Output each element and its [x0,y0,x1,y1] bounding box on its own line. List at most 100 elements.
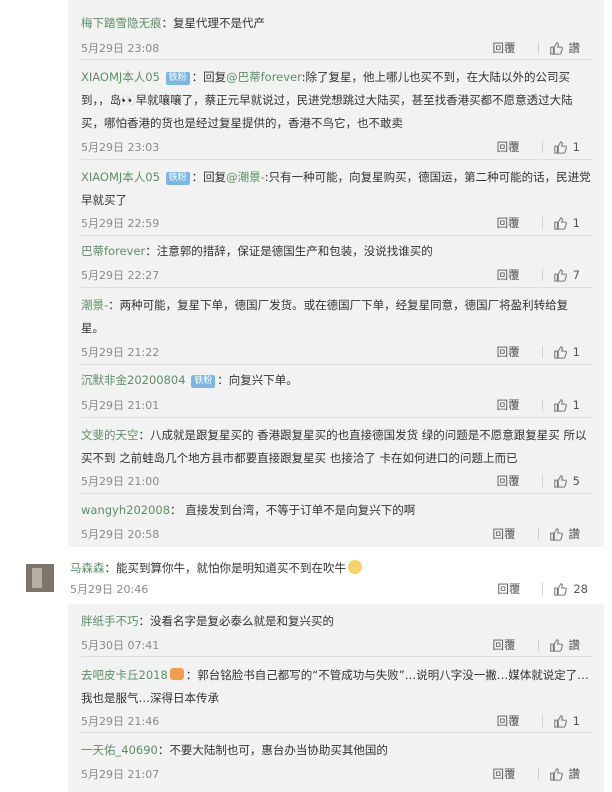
thumbs-up-icon[interactable] [549,638,563,652]
reply-text-line: 巴蒂forever：注意郭的措辞，保证是德国生产和包装，没说找谁买的 [81,240,591,263]
like-count[interactable]: 1 [573,140,580,154]
divider [541,217,543,229]
comment-text-line: 马森森：能买到算你牛，就怕你是明知道买不到在吹牛 [70,557,590,580]
like-count[interactable]: 1 [573,345,580,359]
thumbs-up-icon[interactable] [553,140,567,154]
thumbs-up-icon[interactable] [549,41,563,55]
reply-button[interactable]: 回覆 [497,267,520,283]
like-count[interactable]: 5 [573,474,580,488]
reply-button[interactable]: 回覆 [497,713,520,729]
divider [537,639,539,651]
like-count[interactable]: 讚 [569,637,581,653]
replies-block-b: 胖纸手不巧：没看名字是复必泰么就是和复兴买的 5月30日 07:41 回覆 讚 … [68,604,604,792]
reply-time: 5月29日 22:27 [81,269,160,282]
reply-time: 5月29日 21:46 [81,715,160,728]
reply-text: ： 直接发到台湾，不等于订单不是向复兴下的啊 [170,503,416,517]
thumbs-up-icon[interactable] [553,714,567,728]
reply-item: 梅下踏雪隐无痕：复星代理不是代产 5月29日 23:08 回覆 讚 [68,0,604,60]
reply-button[interactable]: 回覆 [497,473,520,489]
divider [541,715,543,727]
reply-text-line: 胖纸手不巧：没看名字是复必泰么就是和复兴买的 [81,610,591,633]
reply-username[interactable]: 胖纸手不巧 [81,614,139,628]
reply-username[interactable]: 巴蒂forever [81,244,145,258]
mention-link[interactable]: @巴蒂forever [226,70,302,84]
reply-username[interactable]: 文斐的天空 [81,428,139,442]
reply-time: 5月29日 23:08 [81,42,160,55]
reply-actions: 回覆 5 [497,473,580,489]
reply-button[interactable]: 回覆 [497,581,520,597]
emoji-clap-icon [169,668,184,680]
reply-actions: 回覆 1 [497,139,580,155]
like-count[interactable]: 讚 [569,766,581,782]
reply-actions: 回覆 讚 [493,637,581,653]
thumbs-up-icon[interactable] [553,398,567,412]
reply-username[interactable]: 去吧皮卡丘2018 [81,668,168,682]
thumbs-up-icon[interactable] [553,216,567,230]
reply-username[interactable]: XIAOMJ本人05 [81,170,160,184]
reply-actions: 回覆 7 [497,267,580,283]
reply-button[interactable]: 回覆 [497,215,520,231]
divider [541,475,543,487]
main-comment: 马森森：能买到算你牛，就怕你是明知道买不到在吹牛 5月29日 20:46 回覆 … [0,547,612,604]
thumbs-up-icon[interactable] [553,268,567,282]
like-count[interactable]: 讚 [569,40,581,56]
reply-username[interactable]: wangyh202008 [81,503,170,517]
reply-button[interactable]: 回覆 [497,397,520,413]
like-count[interactable]: 1 [573,714,580,728]
reply-item: wangyh202008： 直接发到台湾，不等于订单不是向复兴下的啊 5月29日… [68,494,604,547]
reply-button[interactable]: 回覆 [497,139,520,155]
reply-button[interactable]: 回覆 [497,344,520,360]
reply-button[interactable]: 回覆 [493,766,516,782]
fan-badge: 铁粉 [191,375,216,388]
reply-username[interactable]: 沉默非金20200804 [81,373,186,387]
reply-item: 沉默非金20200804 铁粉 ：向复兴下单。 5月29日 21:01 回覆 1 [68,365,604,418]
avatar[interactable] [26,564,54,592]
thumbs-up-icon[interactable] [553,582,568,596]
comment-time: 5月29日 20:46 [70,583,149,596]
emoji-laugh-icon [348,560,362,574]
thumbs-up-icon[interactable] [553,345,567,359]
divider [542,583,544,595]
reply-actions: 回覆 1 [497,713,580,729]
reply-button[interactable]: 回覆 [493,526,516,542]
reply-button[interactable]: 回覆 [493,637,516,653]
thumbs-up-icon[interactable] [549,527,563,541]
reply-text: ：不要大陆制也可，惠台办当协助买其他国的 [157,743,388,757]
replies-block-a: 梅下踏雪隐无痕：复星代理不是代产 5月29日 23:08 回覆 讚 XIAOMJ… [68,0,604,547]
reply-time: 5月29日 22:59 [81,217,160,230]
reply-text-line: 潮景-：两种可能，复星下单，德国厂发货。或在德国厂下单，经复星同意，德国厂将盈利… [81,294,591,340]
comment-username[interactable]: 马森森 [70,561,105,575]
reply-item: XIAOMJ本人05 铁粉 ：回复@巴蒂forever:除了复星，他上哪儿也买不到… [68,60,604,160]
reply-time: 5月29日 21:01 [81,399,160,412]
divider [537,42,539,54]
reply-text-line: 文斐的天空：八成就是跟复星买的 香港跟复星买的也直接德国发货 绿的问题是不愿意跟… [81,424,591,470]
reply-button[interactable]: 回覆 [493,40,516,56]
reply-text-line: 沉默非金20200804 铁粉 ：向复兴下单。 [81,369,591,392]
thumbs-up-icon[interactable] [553,474,567,488]
reply-item: 一天佑_40690：不要大陆制也可，惠台办当协助买其他国的 5月29日 21:0… [68,733,604,792]
like-count[interactable]: 7 [573,268,580,282]
reply-text-line: 一天佑_40690：不要大陆制也可，惠台办当协助买其他国的 [81,739,591,762]
reply-actions: 回覆 讚 [493,40,581,56]
like-count[interactable]: 讚 [569,526,581,542]
reply-item: 巴蒂forever：注意郭的措辞，保证是德国生产和包装，没说找谁买的 5月29日… [68,236,604,288]
reply-text: ：八成就是跟复星买的 香港跟复星买的也直接德国发货 绿的问题是不愿意跟复星买 所… [81,428,587,465]
reply-actions: 回覆 1 [497,344,580,360]
like-count[interactable]: 28 [573,582,588,596]
reply-text: ：复星代理不是代产 [161,16,266,30]
reply-username[interactable]: 一天佑_40690 [81,743,158,757]
reply-text-line: 梅下踏雪隐无痕：复星代理不是代产 [81,12,591,35]
reply-username[interactable]: 潮景- [81,298,108,312]
reply-item: 潮景-：两种可能，复星下单，德国厂发货。或在德国厂下单，经复星同意，德国厂将盈利… [68,288,604,365]
reply-item: 去吧皮卡丘2018 ：郭台铭脸书自己都写的“不管成功与失败”…说明八字没一撇…媒体… [68,657,604,733]
reply-text: ：向复兴下单。 [217,373,298,387]
mention-link[interactable]: @潮景- [226,170,265,184]
divider [541,346,543,358]
reply-username[interactable]: XIAOMJ本人05 [81,70,160,84]
like-count[interactable]: 1 [573,216,580,230]
thumbs-up-icon[interactable] [549,767,563,781]
divider [541,141,543,153]
reply-username[interactable]: 梅下踏雪隐无痕 [81,16,162,30]
like-count[interactable]: 1 [573,398,580,412]
reply-time: 5月29日 21:22 [81,346,160,359]
